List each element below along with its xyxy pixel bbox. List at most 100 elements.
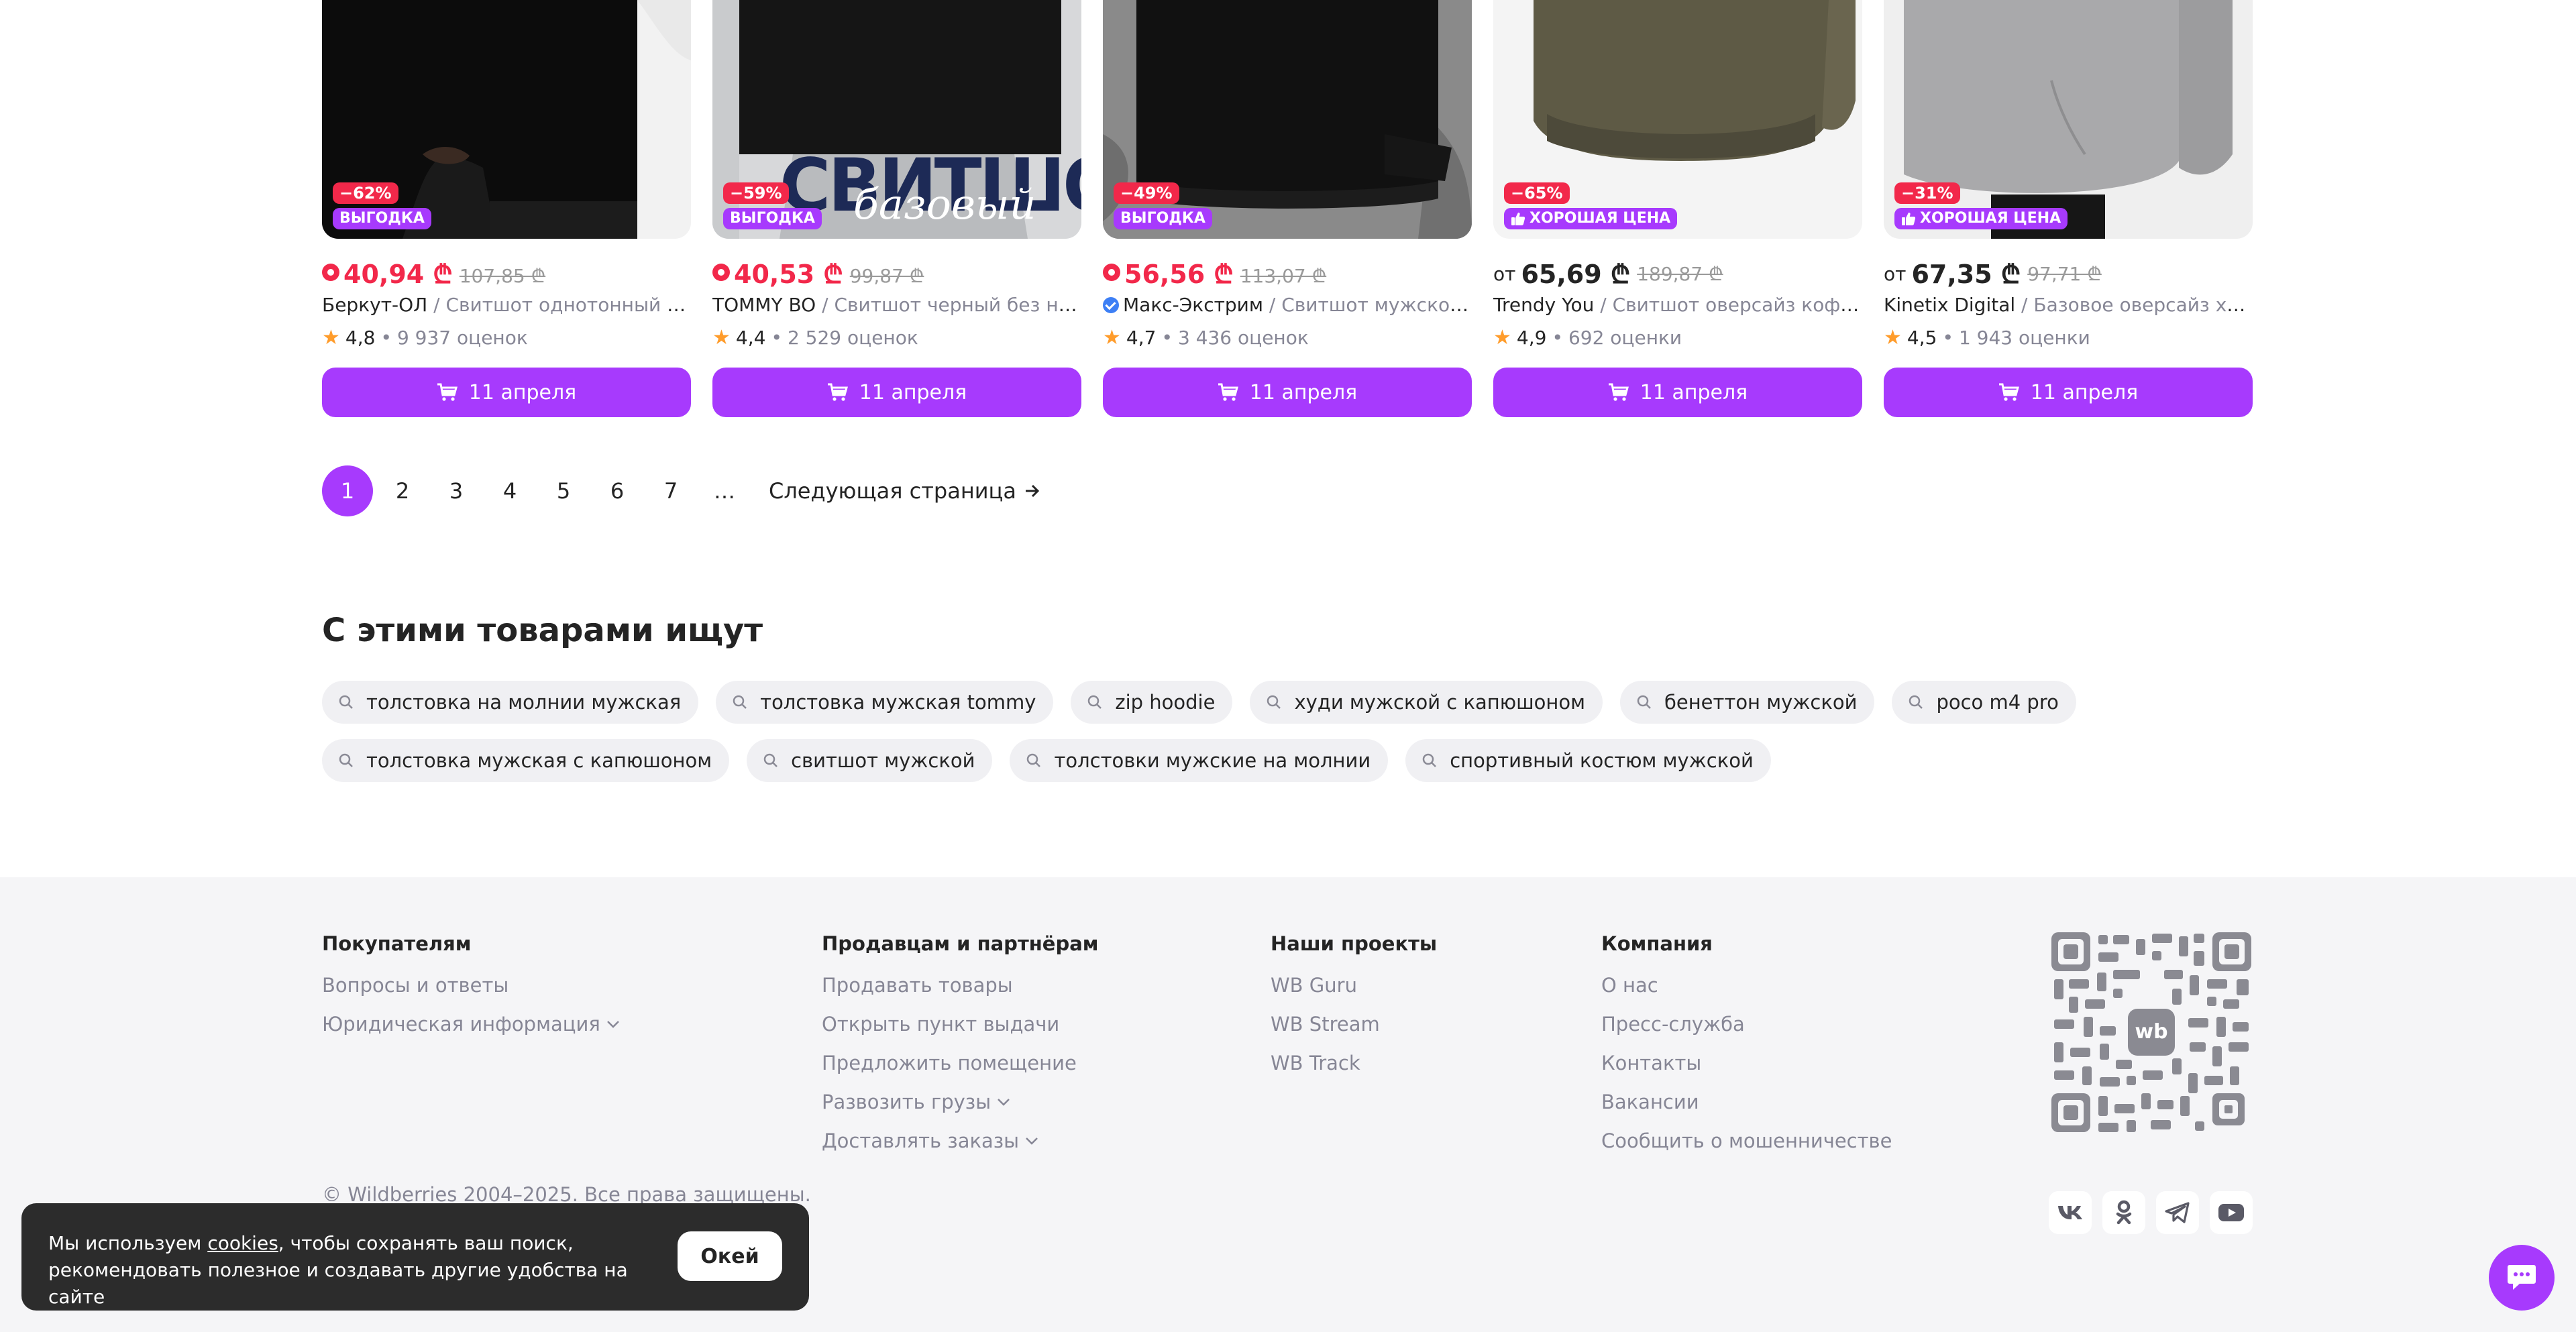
cookies-link[interactable]: cookies bbox=[207, 1232, 278, 1254]
search-chip[interactable]: толстовка мужская tommy bbox=[716, 681, 1054, 724]
footer-link[interactable]: Контакты bbox=[1601, 1052, 1892, 1091]
page-button[interactable]: 5 bbox=[537, 465, 590, 516]
footer-link[interactable]: Продавать товары bbox=[822, 974, 1099, 1013]
footer-link[interactable]: Вопросы и ответы bbox=[322, 974, 621, 1013]
add-to-cart-button[interactable]: 11 апреля bbox=[712, 368, 1081, 417]
search-icon bbox=[339, 695, 353, 709]
product-title[interactable]: Kinetix Digital / Базовое оверсайз худи … bbox=[1884, 294, 2253, 316]
cookie-accept-button[interactable]: Окей bbox=[678, 1231, 782, 1281]
vk-link[interactable] bbox=[2049, 1191, 2092, 1234]
page-button[interactable]: 3 bbox=[429, 465, 483, 516]
search-chip[interactable]: свитшот мужской bbox=[747, 739, 993, 782]
footer-link[interactable]: Пресс-служба bbox=[1601, 1013, 1892, 1052]
chevron-down-icon bbox=[1026, 1137, 1038, 1145]
footer-link-dropdown[interactable]: Доставлять заказы bbox=[822, 1129, 1099, 1168]
next-page-link[interactable]: Следующая страница bbox=[769, 478, 1040, 504]
footer-link[interactable]: WB Stream bbox=[1271, 1013, 1437, 1052]
rating-row: ★ 4,8 • 9 937 оценок bbox=[322, 326, 528, 349]
brand-name: Макс-Экстрим bbox=[1123, 294, 1263, 316]
search-chip[interactable]: zip hoodie bbox=[1071, 681, 1233, 724]
product-image[interactable]: −65% ХОРОШАЯ ЦЕНА bbox=[1493, 0, 1862, 239]
product-card[interactable]: −49% ВЫГОДКА 56,56 ₾ 113,07 ₾ Макс-Экстр… bbox=[1103, 0, 1472, 417]
add-to-cart-button[interactable]: 11 апреля bbox=[322, 368, 691, 417]
add-to-cart-button[interactable]: 11 апреля bbox=[1493, 368, 1862, 417]
odnoklassniki-link[interactable] bbox=[2102, 1191, 2145, 1234]
footer-link[interactable]: О нас bbox=[1601, 974, 1892, 1013]
chevron-down-icon bbox=[998, 1099, 1010, 1106]
product-name: Свитшот однотонный без начеса bbox=[445, 294, 691, 316]
vk-icon bbox=[2058, 1206, 2082, 1219]
rating-row: ★ 4,5 • 1 943 оценки bbox=[1884, 326, 2090, 349]
cart-icon bbox=[1608, 383, 1629, 401]
search-chips-row: толстовка мужская с капюшоном свитшот му… bbox=[322, 739, 1771, 782]
footer-link[interactable]: WB Guru bbox=[1271, 974, 1437, 1013]
product-card[interactable]: СВИТШОТ базовый −59% ВЫГОДКА 40,53 ₾ 99,… bbox=[712, 0, 1081, 417]
star-icon: ★ bbox=[322, 326, 340, 349]
search-chip-label: толстовка мужская tommy bbox=[760, 691, 1036, 714]
search-chip[interactable]: худи мужской с капюшоном bbox=[1250, 681, 1603, 724]
footer-link-label: Доставлять заказы bbox=[822, 1129, 1020, 1152]
current-price-value: 67,35 ₾ bbox=[1911, 260, 2021, 289]
arrow-right-icon bbox=[1025, 484, 1040, 498]
product-title[interactable]: Макс-Экстрим / Свитшот мужской без начес… bbox=[1103, 294, 1472, 316]
product-image[interactable]: СВИТШОТ базовый −59% ВЫГОДКА bbox=[712, 0, 1081, 239]
footer-link[interactable]: WB Track bbox=[1271, 1052, 1437, 1091]
search-icon bbox=[1909, 695, 1923, 709]
page-button-current[interactable]: 1 bbox=[322, 465, 373, 516]
search-chip[interactable]: спортивный костюм мужской bbox=[1405, 739, 1771, 782]
delivery-date: 11 апреля bbox=[468, 380, 577, 404]
search-chip[interactable]: бенеттон мужской bbox=[1620, 681, 1875, 724]
footer-link-dropdown[interactable]: Развозить грузы bbox=[822, 1091, 1099, 1129]
search-icon bbox=[1422, 753, 1437, 767]
search-chip-label: толстовка мужская с капюшоном bbox=[366, 749, 712, 772]
footer-link[interactable]: Вакансии bbox=[1601, 1091, 1892, 1129]
cart-icon bbox=[437, 383, 458, 401]
brand-name: Trendy You bbox=[1493, 294, 1595, 316]
page-button[interactable]: 4 bbox=[483, 465, 537, 516]
product-image[interactable]: −49% ВЫГОДКА bbox=[1103, 0, 1472, 239]
product-title[interactable]: Trendy You / Свитшот оверсайз кофта с на… bbox=[1493, 294, 1862, 316]
page-button[interactable]: 7 bbox=[644, 465, 698, 516]
telegram-icon bbox=[2165, 1202, 2190, 1223]
search-icon bbox=[1027, 753, 1041, 767]
add-to-cart-button[interactable]: 11 апреля bbox=[1884, 368, 2253, 417]
footer-link-label: О нас bbox=[1601, 974, 1658, 997]
page-button[interactable]: 6 bbox=[590, 465, 644, 516]
deal-badge-label: ВЫГОДКА bbox=[339, 210, 425, 227]
product-title[interactable]: Беркут-ОЛ / Свитшот однотонный без начес… bbox=[322, 294, 691, 316]
current-price-value: 65,69 ₾ bbox=[1521, 260, 1631, 289]
footer-link[interactable]: Открыть пункт выдачи bbox=[822, 1013, 1099, 1052]
footer-link[interactable]: Сообщить о мошенничестве bbox=[1601, 1129, 1892, 1168]
delivery-date: 11 апреля bbox=[1640, 380, 1748, 404]
search-chip[interactable]: poco m4 pro bbox=[1892, 681, 2076, 724]
youtube-link[interactable] bbox=[2210, 1191, 2253, 1234]
footer-link[interactable]: Предложить помещение bbox=[822, 1052, 1099, 1091]
qr-code[interactable]: wb bbox=[2051, 932, 2251, 1132]
search-chip-label: zip hoodie bbox=[1115, 691, 1216, 714]
current-price: 40,53 ₾ bbox=[712, 256, 843, 291]
product-image[interactable]: −62% ВЫГОДКА bbox=[322, 0, 691, 239]
search-chip[interactable]: толстовки мужские на молнии bbox=[1010, 739, 1389, 782]
search-chip[interactable]: толстовка мужская с капюшоном bbox=[322, 739, 730, 782]
add-to-cart-button[interactable]: 11 апреля bbox=[1103, 368, 1472, 417]
price-prefix: от bbox=[1884, 262, 1907, 285]
search-chip[interactable]: толстовка на молнии мужская bbox=[322, 681, 699, 724]
chat-button[interactable] bbox=[2489, 1245, 2555, 1311]
delivery-date: 11 апреля bbox=[2030, 380, 2139, 404]
search-chip-label: худи мужской с капюшоном bbox=[1294, 691, 1585, 714]
footer-link-dropdown[interactable]: Юридическая информация bbox=[322, 1013, 621, 1052]
page-button[interactable]: 2 bbox=[376, 465, 429, 516]
title-separator: / bbox=[427, 294, 446, 316]
product-card[interactable]: −62% ВЫГОДКА 40,94 ₾ 107,85 ₾ Беркут-ОЛ … bbox=[322, 0, 691, 417]
telegram-link[interactable] bbox=[2156, 1191, 2199, 1234]
footer-link-label: Вопросы и ответы bbox=[322, 974, 509, 997]
product-image[interactable]: −31% ХОРОШАЯ ЦЕНА bbox=[1884, 0, 2253, 239]
delivery-date: 11 апреля bbox=[1249, 380, 1358, 404]
product-title[interactable]: TOMMY BO / Свитшот черный без начеса bbox=[712, 294, 1081, 316]
product-card[interactable]: −31% ХОРОШАЯ ЦЕНА от 67,35 ₾ 97,71 ₾ Kine… bbox=[1884, 0, 2253, 417]
badges: −65% ХОРОШАЯ ЦЕНА bbox=[1504, 182, 1678, 229]
old-price: 107,85 ₾ bbox=[459, 265, 546, 287]
current-price: от 67,35 ₾ bbox=[1884, 256, 2021, 291]
product-card[interactable]: −65% ХОРОШАЯ ЦЕНА от 65,69 ₾ 189,87 ₾ Tre… bbox=[1493, 0, 1862, 417]
title-separator: / bbox=[816, 294, 835, 316]
